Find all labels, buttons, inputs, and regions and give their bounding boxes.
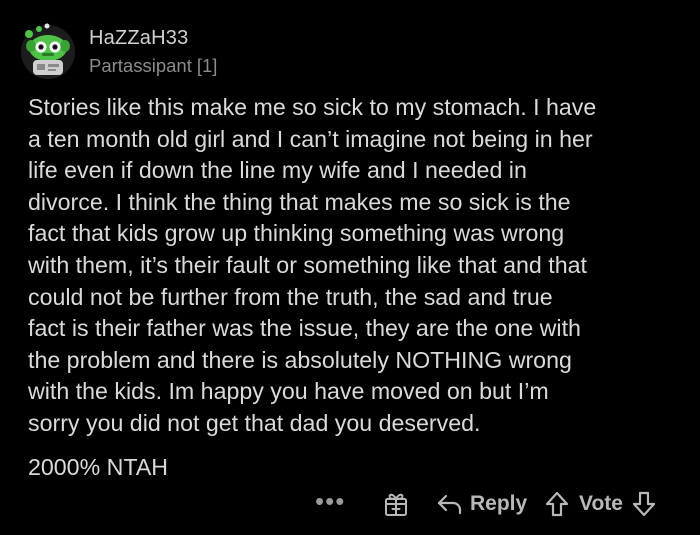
comment-body-line: divorce. I think the thing that makes me… [28, 188, 571, 215]
comment-body-line: Stories like this make me so sick to my … [28, 94, 597, 120]
flair-label: Partassipant [89, 55, 192, 76]
comment-body-line: a ten month old girl and I can’t imagine… [28, 125, 593, 152]
comment-body-line: with them, it’s their fault or something… [28, 251, 587, 278]
gift-award-icon[interactable] [381, 489, 411, 519]
comment-body-line: sorry you did not get that dad you deser… [28, 409, 481, 436]
vote-label: Vote [579, 492, 623, 515]
comment-body-line: the problem and there is absolutely NOTH… [28, 346, 572, 373]
username[interactable]: HaZZaH33 [89, 27, 188, 50]
upvote-arrow-icon[interactable] [545, 491, 569, 517]
comment-header: HaZZaH33 Partassipant [1] [20, 20, 660, 82]
downvote-arrow-icon[interactable] [632, 491, 656, 517]
reply-arrow-icon [436, 492, 462, 516]
comment-body-line: with the kids. Im happy you have moved o… [28, 378, 549, 405]
reply-label: Reply [470, 492, 528, 515]
comment-body-line: fact is their father was the issue, they… [28, 315, 581, 342]
comment-body-line: could not be further from the truth, the… [28, 283, 553, 310]
flair-count: [1] [196, 55, 218, 76]
comment-body-line: life even if down the line my wife and I… [28, 157, 527, 184]
reply-button[interactable]: Reply [436, 488, 527, 520]
comment-body: Stories like this make me so sick to my … [28, 92, 692, 440]
user-flair: Partassipant [1] [89, 55, 217, 77]
vote-controls: Vote [545, 488, 656, 520]
more-options-icon[interactable]: ••• [315, 486, 345, 516]
avatar[interactable] [20, 20, 76, 80]
comment-action-bar: ••• Reply Vote [0, 484, 700, 524]
comment: HaZZaH33 Partassipant [1] Stories like th… [0, 0, 700, 535]
comment-body-line: fact that kids grow up thinking somethin… [28, 220, 565, 247]
comment-verdict: 2000% NTAH [28, 454, 169, 480]
